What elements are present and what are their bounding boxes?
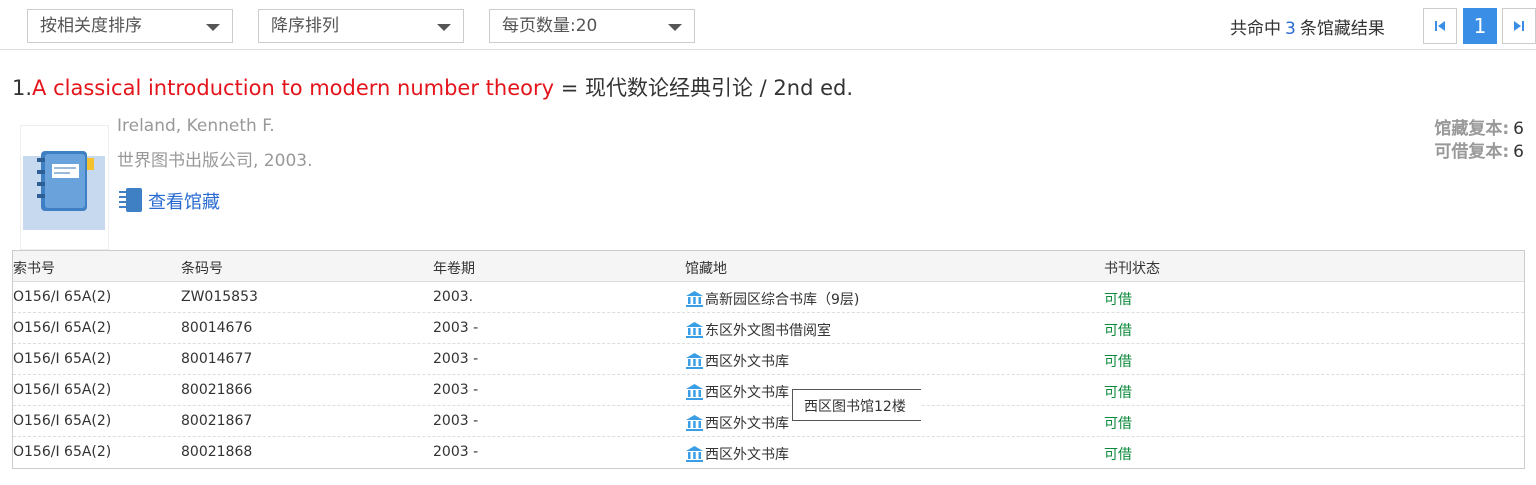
location-link[interactable]: 西区外文书库 xyxy=(685,351,789,371)
location-text: 西区外文书库 xyxy=(705,354,789,370)
holdings-table: 索书号 条码号 年卷期 馆藏地 书刊状态 O156/I 65A(2) ZW015… xyxy=(12,250,1525,469)
loanable-value: 6 xyxy=(1513,142,1524,162)
sort-order-select[interactable]: 降序排列 xyxy=(258,9,464,43)
volume: 2003 - xyxy=(433,351,479,367)
header-status: 书刊状态 xyxy=(1104,261,1160,277)
result-count-number: 3 xyxy=(1285,19,1296,39)
caret-down-icon xyxy=(206,24,220,31)
header-barcode: 条码号 xyxy=(181,261,223,277)
location-link[interactable]: 西区外文书库 xyxy=(685,382,789,402)
volume: 2003 - xyxy=(433,444,479,460)
sort-by-value: 按相关度排序 xyxy=(40,16,142,36)
status-text: 可借 xyxy=(1104,385,1132,401)
page-button-current[interactable]: 1 xyxy=(1463,8,1497,44)
results-toolbar: 按相关度排序 降序排列 每页数量:20 共命中 3 条馆藏结果 1 xyxy=(0,0,1536,50)
call-number: O156/I 65A(2) xyxy=(13,382,112,398)
volume: 2003 - xyxy=(433,413,479,429)
caret-down-icon xyxy=(437,24,451,31)
location-link[interactable]: 高新园区综合书库（9层) xyxy=(685,289,859,309)
book-icon xyxy=(37,151,94,211)
page-size-select[interactable]: 每页数量:20 xyxy=(489,9,695,43)
copies-value: 6 xyxy=(1513,119,1524,139)
copy-counts: 馆藏复本: 6 可借复本: 6 xyxy=(1434,114,1524,162)
first-page-icon xyxy=(1435,21,1445,31)
record-title-rest: = 现代数论经典引论 / 2nd ed. xyxy=(554,76,854,100)
sort-by-select[interactable]: 按相关度排序 xyxy=(27,9,233,43)
result-count-suffix: 条馆藏结果 xyxy=(1299,19,1385,39)
record-author: Ireland, Kenneth F. xyxy=(117,116,275,136)
call-number: O156/I 65A(2) xyxy=(13,413,112,429)
first-page-button[interactable] xyxy=(1423,8,1457,44)
location-text: 东区外文图书借阅室 xyxy=(705,323,831,339)
status-text: 可借 xyxy=(1104,292,1132,308)
library-building-icon xyxy=(686,322,703,338)
table-row: O156/I 65A(2) 80014677 2003 - 西区外文书库 可借 xyxy=(13,344,1524,375)
copies-label: 馆藏复本: xyxy=(1434,119,1510,139)
table-row: O156/I 65A(2) 80021867 2003 - 西区外文书库 可借 xyxy=(13,406,1524,437)
book-cover xyxy=(20,125,109,250)
header-volume: 年卷期 xyxy=(433,261,475,277)
location-link[interactable]: 东区外文图书借阅室 xyxy=(685,320,831,340)
header-call-no: 索书号 xyxy=(13,261,55,277)
table-header-row: 索书号 条码号 年卷期 馆藏地 书刊状态 xyxy=(13,251,1524,282)
result-count-prefix: 共命中 xyxy=(1230,19,1281,39)
record-publisher: 世界图书出版公司, 2003. xyxy=(117,151,313,171)
sort-order-value: 降序排列 xyxy=(271,16,339,36)
location-text: 高新园区综合书库（9层) xyxy=(705,292,860,308)
location-text: 西区外文书库 xyxy=(705,447,789,463)
library-building-icon xyxy=(686,384,703,400)
status-text: 可借 xyxy=(1104,354,1132,370)
last-page-button[interactable] xyxy=(1502,8,1536,44)
volume: 2003 - xyxy=(433,382,479,398)
status-text: 可借 xyxy=(1104,323,1132,339)
barcode: 80021866 xyxy=(181,382,253,398)
view-holdings-label: 查看馆藏 xyxy=(148,192,220,213)
record-index: 1. xyxy=(12,76,33,100)
page-size-value: 每页数量:20 xyxy=(502,16,598,36)
location-link[interactable]: 西区外文书库 xyxy=(685,444,789,464)
status-text: 可借 xyxy=(1104,447,1132,463)
barcode: 80021867 xyxy=(181,413,253,429)
result-count: 共命中 3 条馆藏结果 xyxy=(1230,14,1385,39)
barcode: 80014677 xyxy=(181,351,253,367)
library-building-icon xyxy=(686,353,703,369)
call-number: O156/I 65A(2) xyxy=(13,351,112,367)
location-tooltip: 西区图书馆12楼 xyxy=(792,389,921,421)
location-text: 西区外文书库 xyxy=(705,416,789,432)
library-building-icon xyxy=(686,415,703,431)
caret-down-icon xyxy=(668,24,682,31)
table-row: O156/I 65A(2) 80014676 2003 - 东区外文图书借阅室 … xyxy=(13,313,1524,344)
status-text: 可借 xyxy=(1104,416,1132,432)
location-link[interactable]: 西区外文书库 xyxy=(685,413,789,433)
barcode: ZW015853 xyxy=(181,289,258,305)
header-location: 馆藏地 xyxy=(685,261,727,277)
call-number: O156/I 65A(2) xyxy=(13,289,112,305)
library-building-icon xyxy=(686,291,703,307)
call-number: O156/I 65A(2) xyxy=(13,444,112,460)
barcode: 80014676 xyxy=(181,320,253,336)
table-row: O156/I 65A(2) ZW015853 2003. 高新园区综合书库（9层… xyxy=(13,282,1524,313)
record-title-link[interactable]: A classical introduction to modern numbe… xyxy=(32,76,554,100)
table-row: O156/I 65A(2) 80021866 2003 - 西区外文书库 可借 xyxy=(13,375,1524,406)
library-building-icon xyxy=(686,446,703,462)
table-row: O156/I 65A(2) 80021868 2003 - 西区外文书库 可借 xyxy=(13,437,1524,468)
record-title: 1.A classical introduction to modern num… xyxy=(12,72,853,102)
last-page-icon xyxy=(1514,21,1524,31)
volume: 2003 - xyxy=(433,320,479,336)
barcode: 80021868 xyxy=(181,444,253,460)
call-number: O156/I 65A(2) xyxy=(13,320,112,336)
volume: 2003. xyxy=(433,289,474,305)
location-text: 西区外文书库 xyxy=(705,385,789,401)
loanable-label: 可借复本: xyxy=(1434,142,1510,162)
holdings-list-icon xyxy=(119,188,142,212)
